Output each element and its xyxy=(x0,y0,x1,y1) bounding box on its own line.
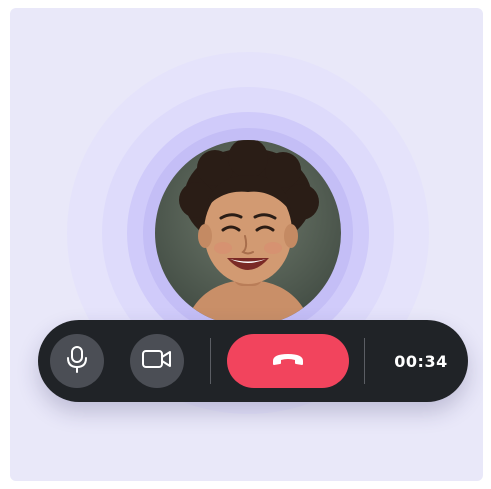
mute-microphone-button[interactable] xyxy=(50,334,104,388)
call-timer: 00:34 xyxy=(394,351,448,371)
call-card: 00:34 xyxy=(10,8,483,481)
divider xyxy=(210,338,211,384)
video-camera-icon xyxy=(141,348,173,375)
end-call-button[interactable] xyxy=(227,334,349,388)
caller-avatar xyxy=(155,140,341,326)
microphone-icon xyxy=(66,345,88,378)
call-control-bar: 00:34 xyxy=(38,320,468,402)
phone-hangup-icon xyxy=(270,351,306,372)
toggle-camera-button[interactable] xyxy=(130,334,184,388)
divider xyxy=(364,338,365,384)
